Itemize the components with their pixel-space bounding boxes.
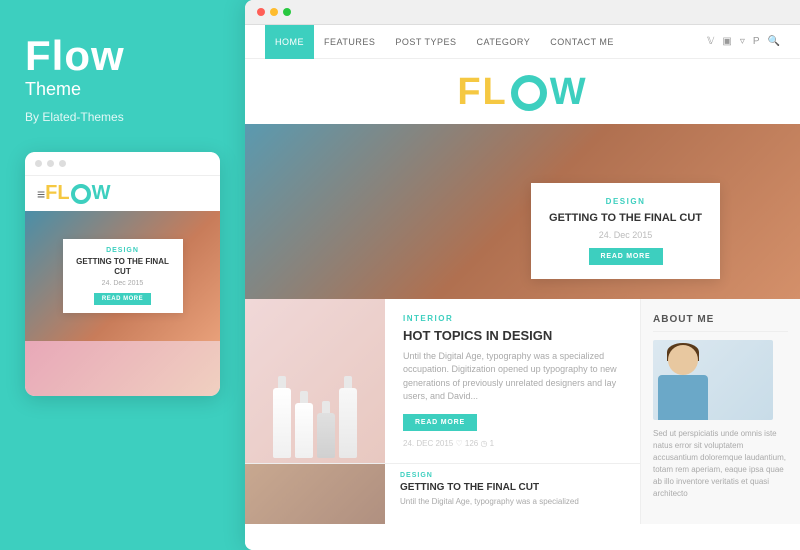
bottle-4 <box>339 376 357 458</box>
post-1-read-more-button[interactable]: READ MORE <box>403 414 477 431</box>
brand-subtitle: Theme <box>25 79 81 100</box>
search-icon[interactable]: 🔍 <box>768 36 780 47</box>
browser-dot-red <box>257 8 265 16</box>
bottle-neck-2 <box>300 391 308 403</box>
post-1-excerpt: Until the Digital Age, typography was a … <box>403 350 622 404</box>
post-1-meta: 24. DEC 2015 ♡ 126 ◷ 1 <box>403 439 622 448</box>
mobile-hero-card: DESIGN GETTING TO THE FINAL CUT 24. Dec … <box>63 239 183 312</box>
nav-links: HOME FEATURES POST TYPES CATEGORY CONTAC… <box>265 25 624 59</box>
nav-home[interactable]: HOME <box>265 25 314 59</box>
post-featured-image <box>245 299 385 463</box>
bottle-3 <box>317 401 335 458</box>
bottle-body-2 <box>295 403 313 458</box>
browser-dot-yellow <box>270 8 278 16</box>
post-2-excerpt: Until the Digital Age, typography was a … <box>400 496 579 507</box>
hero-section: DESIGN GETTING TO THE FINAL CUT 24. Dec … <box>245 124 800 299</box>
nav-twitter-icon[interactable]: 𝕍 <box>707 36 714 47</box>
site-logo: FL W <box>457 71 587 114</box>
site-logo-o <box>510 74 548 112</box>
hero-card: DESIGN GETTING TO THE FINAL CUT 24. Dec … <box>531 183 720 279</box>
post-row-1: INTERIOR HOT TOPICS IN DESIGN Until the … <box>245 299 640 463</box>
mobile-bottom-image <box>25 341 220 396</box>
hero-card-date: 24. Dec 2015 <box>549 230 702 240</box>
bottle-body-4 <box>339 388 357 458</box>
post-2-image <box>245 464 385 524</box>
mobile-dot-2 <box>47 160 54 167</box>
mobile-dot-1 <box>35 160 42 167</box>
mobile-logo: FL W <box>45 182 110 205</box>
bottle-body-3 <box>317 413 335 458</box>
desktop-preview: HOME FEATURES POST TYPES CATEGORY CONTAC… <box>245 0 800 550</box>
hero-card-title: GETTING TO THE FINAL CUT <box>549 211 702 225</box>
nav-post-types[interactable]: POST TYPES <box>385 25 466 59</box>
post-2-category: DESIGN <box>400 472 579 479</box>
sidebar-bio: Sed ut perspiciatis unde omnis iste natu… <box>653 428 788 500</box>
mobile-dot-3 <box>59 160 66 167</box>
mobile-browser-bar <box>25 152 220 176</box>
hero-read-more-button[interactable]: READ MORE <box>589 248 663 265</box>
post-row-2: DESIGN GETTING TO THE FINAL CUT Until th… <box>245 463 640 524</box>
mobile-logo-fl: FL <box>45 182 69 205</box>
nav-features[interactable]: FEATURES <box>314 25 385 59</box>
mobile-hero: DESIGN GETTING TO THE FINAL CUT 24. Dec … <box>25 211 220 341</box>
avatar-head <box>668 345 698 375</box>
nav-facebook-icon[interactable]: ▿ <box>740 36 745 47</box>
mobile-card-date: 24. Dec 2015 <box>73 280 173 287</box>
bottle-neck-1 <box>278 376 286 388</box>
hero-card-category: DESIGN <box>549 197 702 206</box>
mobile-logo-o <box>71 184 91 204</box>
mobile-read-more-button[interactable]: READ MORE <box>94 293 151 305</box>
bottle-body-1 <box>273 388 291 458</box>
website-content: HOME FEATURES POST TYPES CATEGORY CONTAC… <box>245 25 800 550</box>
nav-category[interactable]: CATEGORY <box>467 25 541 59</box>
brand-by: By Elated-Themes <box>25 110 124 124</box>
avatar-body <box>658 375 708 420</box>
sidebar-about-title: ABOUT ME <box>653 314 788 332</box>
site-logo-w: W <box>550 71 588 114</box>
mobile-logo-bar: ≡ FL W <box>25 176 220 211</box>
brand-title: Flow <box>25 35 125 77</box>
mobile-logo-w: W <box>92 182 111 205</box>
mobile-preview: ≡ FL W DESIGN GETTING TO THE FINAL CUT 24… <box>25 152 220 396</box>
site-logo-area: FL W <box>245 59 800 124</box>
post-2-content: DESIGN GETTING TO THE FINAL CUT Until th… <box>385 464 594 524</box>
content-grid: INTERIOR HOT TOPICS IN DESIGN Until the … <box>245 299 800 524</box>
bottle-neck-3 <box>322 401 330 413</box>
browser-bar <box>245 0 800 25</box>
bottles-image <box>245 299 385 463</box>
mobile-menu-icon: ≡ <box>37 186 45 202</box>
post-1-content: INTERIOR HOT TOPICS IN DESIGN Until the … <box>385 299 640 463</box>
nav-pinterest-icon[interactable]: P <box>753 36 760 47</box>
bottle-2 <box>295 391 313 458</box>
browser-dot-green <box>283 8 291 16</box>
nav-social-icons: 𝕍 ▣ ▿ P 🔍 <box>707 36 780 47</box>
main-content: INTERIOR HOT TOPICS IN DESIGN Until the … <box>245 299 640 524</box>
sidebar: ABOUT ME Sed ut perspiciatis unde omnis … <box>640 299 800 524</box>
post-1-category: INTERIOR <box>403 314 622 323</box>
nav-instagram-icon[interactable]: ▣ <box>722 36 731 47</box>
site-logo-fl: FL <box>457 71 507 114</box>
mobile-card-category: DESIGN <box>73 247 173 254</box>
mobile-card-title: GETTING TO THE FINAL CUT <box>73 257 173 276</box>
post-2-title: GETTING TO THE FINAL CUT <box>400 482 579 493</box>
left-panel: Flow Theme By Elated-Themes ≡ FL W DESIGN… <box>0 0 245 550</box>
bottle-1 <box>273 376 291 458</box>
site-navigation: HOME FEATURES POST TYPES CATEGORY CONTAC… <box>245 25 800 59</box>
nav-contact[interactable]: CONTACT ME <box>540 25 624 59</box>
sidebar-avatar <box>653 340 773 420</box>
site-logo-ring <box>511 75 547 111</box>
post-1-title: HOT TOPICS IN DESIGN <box>403 328 622 344</box>
bottle-neck-4 <box>344 376 352 388</box>
